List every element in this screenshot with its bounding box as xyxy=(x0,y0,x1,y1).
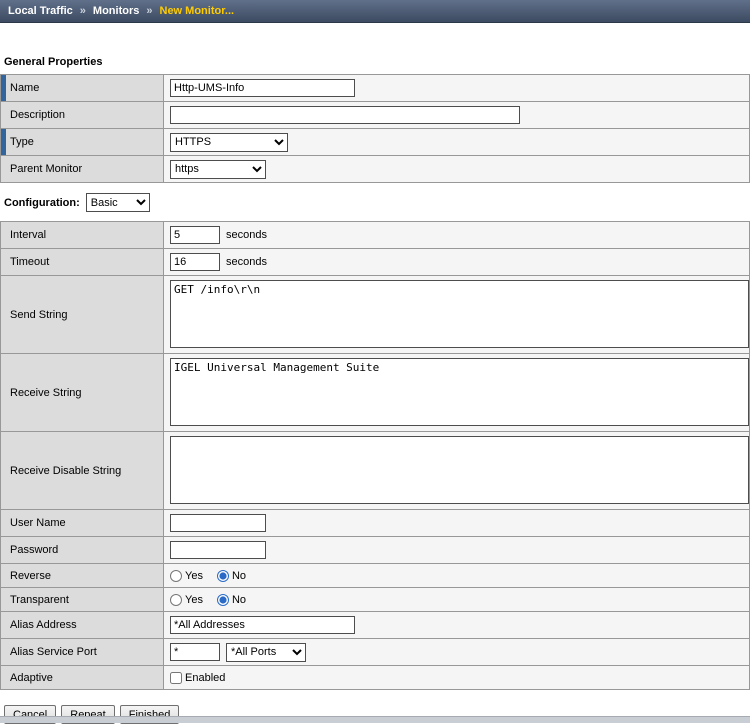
type-select[interactable]: HTTPS xyxy=(170,133,288,152)
name-row: Name xyxy=(1,75,749,102)
type-label: Type xyxy=(10,136,34,148)
transparent-yes-label: Yes xyxy=(185,594,203,606)
reverse-no-label: No xyxy=(232,570,246,582)
required-marker-icon xyxy=(1,75,6,101)
receive-disable-string-textarea[interactable] xyxy=(170,436,749,504)
interval-units-label: seconds xyxy=(226,229,267,241)
receive-disable-string-label: Receive Disable String xyxy=(10,465,121,477)
breadcrumb: Local Traffic » Monitors » New Monitor..… xyxy=(0,0,750,23)
reverse-yes-label: Yes xyxy=(185,570,203,582)
adaptive-label: Adaptive xyxy=(10,672,53,684)
receive-string-textarea[interactable]: IGEL Universal Management Suite xyxy=(170,358,749,426)
general-properties-table: Name Description Type HTTPS Parent Monit… xyxy=(0,74,750,183)
transparent-row: Transparent Yes No xyxy=(1,588,749,612)
breadcrumb-separator: » xyxy=(146,5,152,17)
receive-string-label: Receive String xyxy=(10,387,82,399)
interval-input[interactable] xyxy=(170,226,220,244)
alias-service-port-row: Alias Service Port *All Ports xyxy=(1,639,749,666)
transparent-yes-radio[interactable] xyxy=(170,594,182,606)
send-string-row: Send String GET /info\r\n xyxy=(1,276,749,354)
configuration-select[interactable]: Basic xyxy=(86,193,150,212)
breadcrumb-monitors[interactable]: Monitors xyxy=(93,5,139,17)
configuration-bar: Configuration: Basic xyxy=(4,193,750,212)
user-name-row: User Name xyxy=(1,510,749,537)
reverse-no-radio[interactable] xyxy=(217,570,229,582)
reverse-row: Reverse Yes No xyxy=(1,564,749,588)
parent-monitor-select[interactable]: https xyxy=(170,160,266,179)
interval-label: Interval xyxy=(10,229,46,241)
adaptive-row: Adaptive Enabled xyxy=(1,666,749,690)
general-properties-title: General Properties xyxy=(4,56,750,68)
receive-disable-string-row: Receive Disable String xyxy=(1,432,749,510)
description-input[interactable] xyxy=(170,106,520,124)
alias-address-input[interactable] xyxy=(170,616,355,634)
name-input[interactable] xyxy=(170,79,355,97)
send-string-label: Send String xyxy=(10,309,67,321)
alias-address-row: Alias Address xyxy=(1,612,749,639)
footer-bar xyxy=(0,716,750,723)
configuration-label: Configuration: xyxy=(4,197,80,209)
parent-monitor-label: Parent Monitor xyxy=(10,163,82,175)
alias-address-label: Alias Address xyxy=(10,619,77,631)
description-label: Description xyxy=(10,109,65,121)
timeout-units-label: seconds xyxy=(226,256,267,268)
breadcrumb-local-traffic[interactable]: Local Traffic xyxy=(8,5,73,17)
description-row: Description xyxy=(1,102,749,129)
configuration-table: Interval seconds Timeout seconds Send St… xyxy=(0,221,750,690)
password-label: Password xyxy=(10,544,58,556)
transparent-label: Transparent xyxy=(10,594,69,606)
alias-service-port-input[interactable] xyxy=(170,643,220,661)
type-label-cell: Type xyxy=(1,129,164,155)
send-string-textarea[interactable]: GET /info\r\n xyxy=(170,280,749,348)
interval-row: Interval seconds xyxy=(1,222,749,249)
timeout-row: Timeout seconds xyxy=(1,249,749,276)
parent-monitor-row: Parent Monitor https xyxy=(1,156,749,183)
required-marker-icon xyxy=(1,129,6,155)
name-label-cell: Name xyxy=(1,75,164,101)
breadcrumb-separator: » xyxy=(80,5,86,17)
transparent-no-label: No xyxy=(232,594,246,606)
name-label: Name xyxy=(10,82,39,94)
timeout-input[interactable] xyxy=(170,253,220,271)
reverse-yes-radio[interactable] xyxy=(170,570,182,582)
transparent-no-radio[interactable] xyxy=(217,594,229,606)
user-name-input[interactable] xyxy=(170,514,266,532)
password-input[interactable] xyxy=(170,541,266,559)
user-name-label: User Name xyxy=(10,517,66,529)
adaptive-enabled-checkbox[interactable] xyxy=(170,672,182,684)
timeout-label: Timeout xyxy=(10,256,49,268)
alias-service-port-label: Alias Service Port xyxy=(10,646,97,658)
type-row: Type HTTPS xyxy=(1,129,749,156)
reverse-label: Reverse xyxy=(10,570,51,582)
adaptive-enabled-label: Enabled xyxy=(185,672,225,684)
password-row: Password xyxy=(1,537,749,564)
alias-service-port-select[interactable]: *All Ports xyxy=(226,643,306,662)
breadcrumb-new-monitor: New Monitor... xyxy=(160,5,235,17)
receive-string-row: Receive String IGEL Universal Management… xyxy=(1,354,749,432)
